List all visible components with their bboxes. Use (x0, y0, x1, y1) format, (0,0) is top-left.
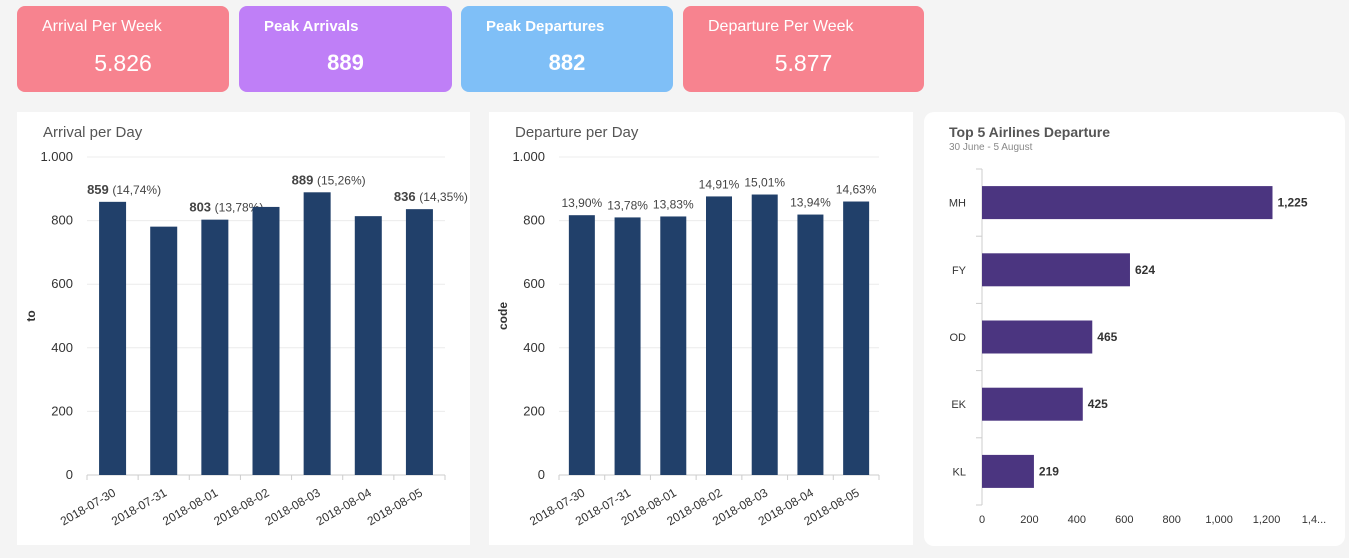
bar[interactable] (354, 216, 382, 475)
y-tick-label: 600 (51, 276, 73, 291)
bar[interactable] (405, 209, 433, 475)
bar[interactable] (303, 192, 331, 475)
y-tick-label: 800 (51, 213, 73, 228)
x-tick-label: 400 (1068, 514, 1086, 526)
bar[interactable] (982, 454, 1034, 488)
data-label: 13,78% (607, 198, 648, 212)
kpi-label: Arrival Per Week (42, 18, 162, 35)
bar[interactable] (982, 253, 1130, 287)
y-tick-label: EK (951, 399, 966, 411)
y-tick-label: 600 (523, 276, 545, 291)
x-tick-label: 200 (1020, 514, 1038, 526)
kpi-value: 5.826 (94, 50, 152, 76)
data-label: 13,90% (562, 196, 603, 210)
bar[interactable] (982, 387, 1083, 421)
data-label: 14,63% (836, 183, 877, 197)
y-tick-label: FY (952, 265, 967, 277)
bar[interactable] (252, 206, 280, 475)
bar[interactable] (751, 194, 778, 476)
top-airlines-panel: Top 5 Airlines Departure 30 June - 5 Aug… (924, 112, 1345, 546)
kpi-card-peak-arrivals: Peak Arrivals 889 (239, 6, 452, 92)
bar[interactable] (660, 216, 687, 475)
kpi-label: Peak Departures (486, 18, 605, 35)
bar[interactable] (797, 214, 824, 476)
y-tick-label: 200 (51, 403, 73, 418)
x-tick-label: 2018-08-04 (314, 485, 374, 528)
y-tick-label: 0 (538, 467, 545, 482)
y-tick-label: 400 (51, 340, 73, 355)
top-airlines-chart: MH 1,225 FY 624 OD 465 EK 425 KL 219 0 200 400 600 800… (949, 168, 1326, 526)
y-tick-label: MH (949, 198, 966, 210)
kpi-card-arrival-per-week: Arrival Per Week 5.826 (17, 6, 229, 92)
y-tick-label: 0 (66, 467, 73, 482)
y-tick-label: 1.000 (512, 149, 545, 164)
x-tick-label: 1,4... (1302, 514, 1326, 526)
data-label: 1,225 (1278, 196, 1308, 210)
y-axis-label: code (496, 302, 510, 330)
bar[interactable] (706, 196, 732, 475)
x-tick-label: 1,200 (1253, 514, 1281, 526)
bar[interactable] (982, 186, 1273, 220)
data-label: 13,83% (653, 197, 694, 211)
data-label: 219 (1039, 464, 1059, 478)
bar[interactable] (982, 320, 1093, 354)
kpi-label: Peak Arrivals (264, 18, 359, 35)
y-tick-label: KL (953, 466, 966, 478)
data-label: 803 (13,78%) (189, 200, 263, 215)
y-tick-label: 200 (523, 403, 545, 418)
kpi-value: 889 (327, 50, 364, 75)
arrival-per-day-panel: Arrival per Day 0 200 400 600 800 1.000 2018-0… (17, 112, 470, 545)
y-tick-label: 800 (523, 213, 545, 228)
data-label: 15,01% (744, 176, 785, 190)
data-label: 624 (1135, 263, 1155, 277)
x-tick-label: 1,000 (1205, 514, 1233, 526)
x-tick-label: 800 (1163, 514, 1181, 526)
y-tick-label: 1.000 (40, 149, 73, 164)
data-label: 425 (1088, 397, 1108, 411)
x-tick-label: 2018-08-02 (211, 485, 271, 528)
arrival-per-day-chart: 0 200 400 600 800 1.000 2018-07-30 859 (14,74%)… (24, 149, 468, 528)
departure-per-day-chart: 02004006008001.0002018-07-3013,90%2018-0… (496, 149, 880, 528)
x-tick-label: 2018-07-30 (58, 485, 118, 528)
kpi-value: 882 (548, 50, 586, 75)
y-axis-label: to (24, 310, 38, 321)
y-tick-label: 400 (523, 340, 545, 355)
bar[interactable] (843, 201, 870, 475)
y-tick-label: OD (950, 332, 967, 344)
bar[interactable] (150, 226, 178, 475)
departure-per-day-panel: Departure per Day 0 200 400 600 800 1.000 2018… (489, 112, 913, 545)
bar[interactable] (201, 219, 229, 475)
data-label: 889 (15,26%) (292, 172, 366, 187)
x-tick-label: 2018-07-31 (109, 485, 169, 528)
x-tick-label: 0 (979, 514, 985, 526)
data-label: 859 (14,74%) (87, 182, 161, 197)
kpi-card-departure-per-week: Departure Per Week 5.877 (683, 6, 924, 92)
bar[interactable] (568, 215, 595, 475)
x-tick-label: 600 (1115, 514, 1133, 526)
data-label: 836 (14,35%) (394, 189, 468, 204)
data-label: 14,91% (699, 177, 740, 191)
kpi-value: 5.877 (774, 50, 833, 76)
data-label: 13,94% (790, 196, 831, 210)
x-tick-label: 2018-08-03 (262, 485, 322, 528)
data-label: 465 (1097, 330, 1117, 344)
kpi-card-peak-departures: Peak Departures 882 (461, 6, 673, 92)
kpi-label: Departure Per Week (708, 18, 854, 35)
x-tick-label: 2018-08-01 (160, 485, 220, 528)
bar[interactable] (614, 217, 641, 476)
x-tick-label: 2018-08-05 (365, 485, 425, 528)
bar[interactable] (99, 201, 127, 475)
